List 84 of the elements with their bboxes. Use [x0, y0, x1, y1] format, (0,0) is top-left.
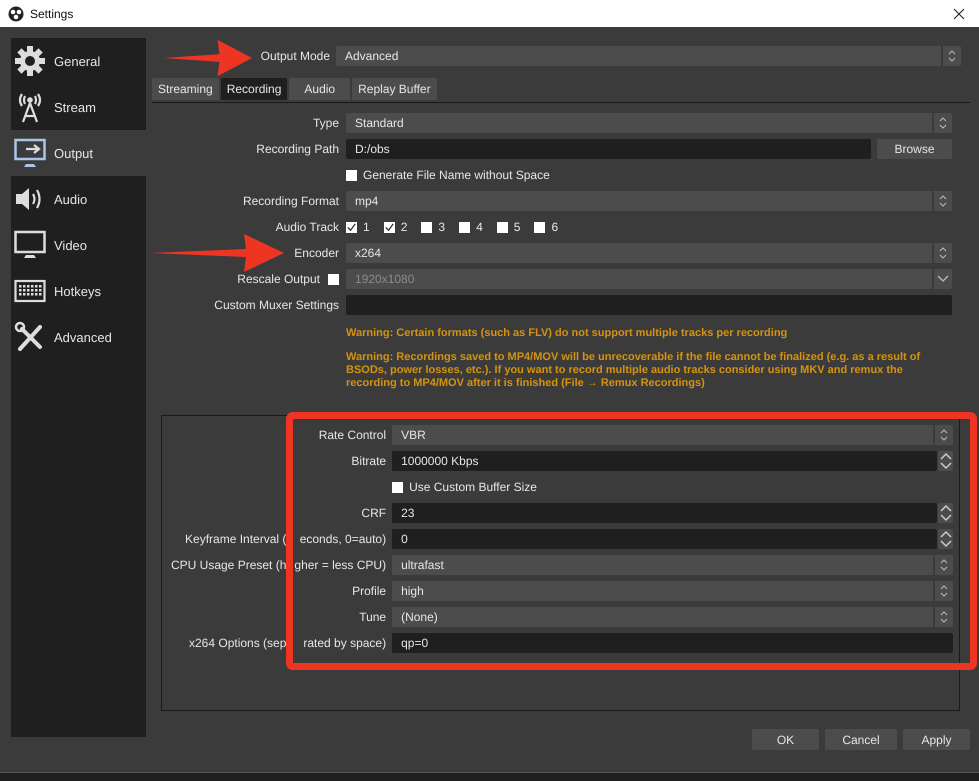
track-number: 3	[438, 220, 446, 234]
field-label: Encoder	[294, 245, 339, 262]
checkbox[interactable]	[496, 222, 508, 232]
field-label: Audio Track	[276, 219, 339, 236]
dropdown[interactable]: Advanced	[336, 46, 961, 66]
track-number: 2	[400, 220, 408, 234]
checkbox[interactable]	[421, 222, 432, 232]
sidebar-item[interactable]: Output	[11, 130, 146, 176]
combo-arrows-icon	[940, 611, 948, 623]
field-label: Keyframe Interval (	[184, 532, 286, 546]
app-logo-icon	[8, 6, 24, 22]
field-label: Custom Muxer Settings	[214, 297, 339, 314]
sidebar-item[interactable]: Stream	[11, 84, 146, 130]
checkbox-label: Use Custom Buffer Size	[409, 480, 537, 494]
field-label: Rescale Output	[237, 272, 320, 286]
sidebar-item[interactable]: General	[11, 38, 146, 84]
dialog-button[interactable]: Cancel	[825, 729, 897, 750]
sidebar-item[interactable]: Video	[11, 222, 146, 268]
combo-arrows-icon	[940, 585, 948, 597]
tab[interactable]: Replay Buffer	[352, 78, 437, 100]
monitor-icon	[14, 229, 46, 261]
field-label: Rate Control	[318, 428, 386, 442]
checkbox[interactable]	[392, 482, 404, 492]
dropdown[interactable]: high	[392, 581, 953, 601]
combo-arrows-icon	[939, 247, 947, 259]
sidebar-item[interactable]: Advanced	[11, 314, 146, 360]
field-label: Recording Path	[256, 141, 339, 158]
field-label: Bitrate	[350, 454, 386, 468]
track-number: 4	[476, 220, 483, 234]
field-label: econds, 0=auto)	[298, 532, 386, 546]
field-label: Profile	[351, 584, 386, 598]
checkbox[interactable]	[346, 170, 357, 180]
sidebar-item[interactable]: Hotkeys	[11, 268, 146, 314]
spin-buttons[interactable]	[938, 529, 953, 549]
spin-field[interactable]: 0	[392, 529, 937, 549]
dropdown[interactable]: mp4	[346, 191, 952, 211]
browse-button[interactable]: Browse	[877, 139, 952, 159]
text-field[interactable]	[346, 295, 952, 315]
sidebar-item[interactable]: Audio	[11, 176, 146, 222]
field-label: CRF	[360, 506, 386, 520]
dialog-button[interactable]: OK	[752, 729, 819, 750]
spin-buttons[interactable]	[938, 503, 953, 523]
combo-arrows-icon	[940, 559, 948, 571]
combo-arrows-icon	[948, 50, 956, 62]
text-field[interactable]: qp=0	[392, 633, 953, 653]
warning-text: Warning: Certain formats (such as FLV) do not support multiple tracks per recording	[346, 327, 788, 340]
track-number: 1	[363, 220, 370, 234]
field-label: gher = less CPU)	[293, 558, 386, 572]
combo-arrows-icon	[939, 117, 947, 129]
field-label: Recording Format	[242, 193, 339, 210]
spin-field[interactable]: 1000000 Kbps	[392, 451, 937, 471]
dropdown[interactable]: Standard	[346, 113, 952, 133]
checkbox-label: Generate File Name without Space	[363, 168, 550, 182]
spin-field[interactable]: 23	[392, 503, 937, 523]
field-label: Type	[312, 115, 339, 132]
checkbox[interactable]	[534, 222, 546, 232]
path-field[interactable]: D:/obs	[346, 139, 871, 159]
dropdown[interactable]: VBR	[392, 425, 953, 445]
checkbox[interactable]	[346, 222, 357, 232]
dropdown[interactable]: ultrafast	[392, 555, 953, 575]
field-label: x264 Options (sep	[188, 636, 286, 650]
combo-arrows-icon	[940, 429, 948, 441]
spin-buttons[interactable]	[938, 451, 953, 471]
tab[interactable]: Audio	[289, 78, 350, 100]
checkbox[interactable]	[384, 222, 395, 232]
combo-arrows-icon	[939, 195, 947, 207]
field-label: Tune	[358, 610, 386, 624]
track-number: 5	[514, 220, 520, 234]
dialog-button[interactable]: Apply	[903, 729, 970, 750]
chevron-down-icon	[937, 275, 949, 283]
window-title: Settings	[30, 6, 74, 20]
checkbox[interactable]	[459, 222, 470, 232]
close-icon[interactable]	[953, 8, 965, 20]
gear-icon	[14, 45, 46, 77]
field-label: rated by space)	[302, 636, 386, 650]
field-label: Output Mode	[260, 49, 330, 63]
field-label: CPU Usage Preset (h	[171, 558, 286, 572]
dropdown[interactable]: x264	[346, 243, 952, 263]
dropdown[interactable]: (None)	[392, 607, 953, 627]
monitor-arrow-icon	[14, 137, 46, 169]
warning-text: Warning: Recordings saved to MP4/MOV will be unrecoverable if the file cannot be finalized (e.g. as a result of BSODs, power losses, etc.). If you want to record multiple audio tracks consider using MKV and remux the recording to MP4/MOV after it is finished (File → Remux Recordings)	[346, 351, 922, 390]
tab[interactable]: Recording	[220, 78, 288, 100]
tab[interactable]: Streaming	[152, 78, 219, 100]
track-number: 6	[551, 220, 558, 234]
